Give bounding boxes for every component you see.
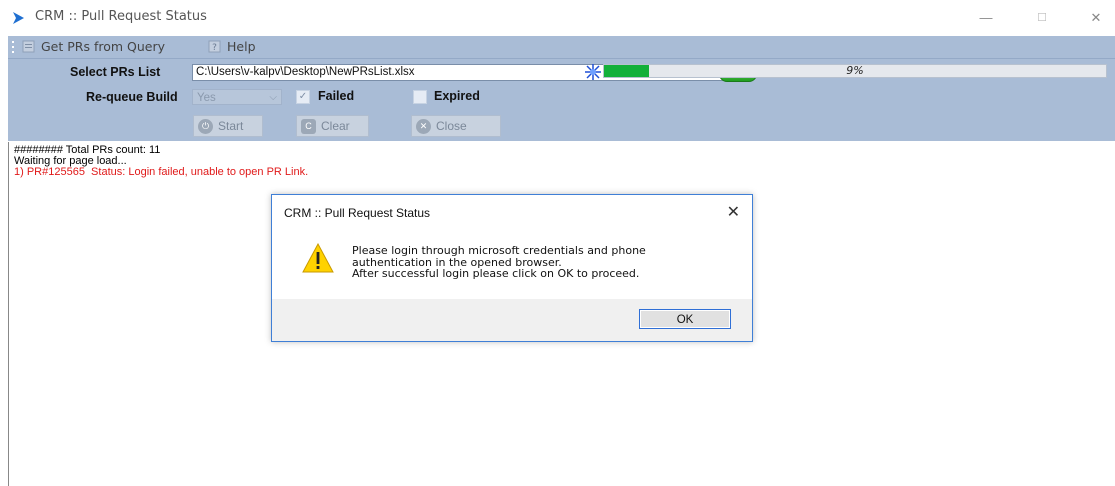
dialog-message-line: After successful login please click on O… [352, 267, 640, 280]
start-button[interactable]: ⏻ Start [193, 115, 263, 137]
help-icon: ? [208, 40, 221, 53]
warning-icon [302, 243, 334, 273]
dialog-message-line: Please login through microsoft credentia… [352, 244, 646, 257]
close-label: Close [436, 119, 467, 133]
requeue-build-label: Re-queue Build [86, 90, 178, 104]
grip-handle-icon[interactable] [12, 40, 15, 54]
menu-bar: Get PRs from Query ? Help [8, 36, 1115, 59]
log-line: 1) PR#125565 Status: Login failed, unabl… [14, 166, 309, 178]
svg-text:?: ? [212, 43, 217, 53]
ok-button[interactable]: OK [639, 309, 731, 329]
progress-bar: 9% [603, 64, 1107, 78]
log-line: ######## Total PRs count: 11 [14, 144, 161, 156]
dialog-footer: OK [272, 299, 752, 341]
maximize-button[interactable]: ☐ [1028, 8, 1056, 28]
close-circle-icon: ✕ [416, 118, 431, 134]
select-prs-list-label: Select PRs List [70, 65, 161, 79]
menu-get-prs-from-query[interactable]: Get PRs from Query [22, 39, 165, 54]
progress-percent: 9% [846, 64, 864, 77]
power-icon: ⏻ [198, 118, 213, 134]
expired-label: Expired [434, 89, 480, 103]
clear-button[interactable]: C Clear [296, 115, 369, 137]
requeue-build-select[interactable]: Yes ⌵ [192, 89, 282, 105]
clear-label: Clear [321, 119, 350, 133]
close-button[interactable]: ✕ Close [411, 115, 501, 137]
dynamics-logo-icon [13, 12, 24, 24]
dialog-message: Please login through microsoft credentia… [352, 245, 646, 280]
query-icon [22, 40, 35, 53]
checkmark-icon: ✓ [298, 91, 308, 102]
clear-icon: C [301, 118, 316, 134]
failed-label: Failed [318, 89, 355, 103]
failed-checkbox[interactable]: ✓ [296, 90, 310, 104]
loading-spinner-icon [585, 64, 601, 80]
title-bar: CRM :: Pull Request Status — ☐ ✕ [0, 0, 1115, 36]
menu-label-get-prs: Get PRs from Query [41, 39, 166, 54]
expired-checkbox[interactable] [413, 90, 427, 104]
start-label: Start [218, 119, 244, 133]
login-dialog: CRM :: Pull Request Status ✕ Please logi… [271, 194, 753, 342]
window-title: CRM :: Pull Request Status [35, 9, 207, 24]
chevron-down-icon: ⌵ [269, 92, 277, 103]
menu-help[interactable]: ? Help [208, 39, 256, 54]
dialog-close-icon[interactable]: ✕ [727, 202, 740, 222]
minimize-button[interactable]: — [972, 8, 1000, 28]
dialog-title: CRM :: Pull Request Status [284, 206, 431, 220]
requeue-build-value: Yes [197, 92, 216, 104]
menu-label-help: Help [227, 39, 256, 54]
close-window-button[interactable]: ✕ [1082, 8, 1110, 28]
